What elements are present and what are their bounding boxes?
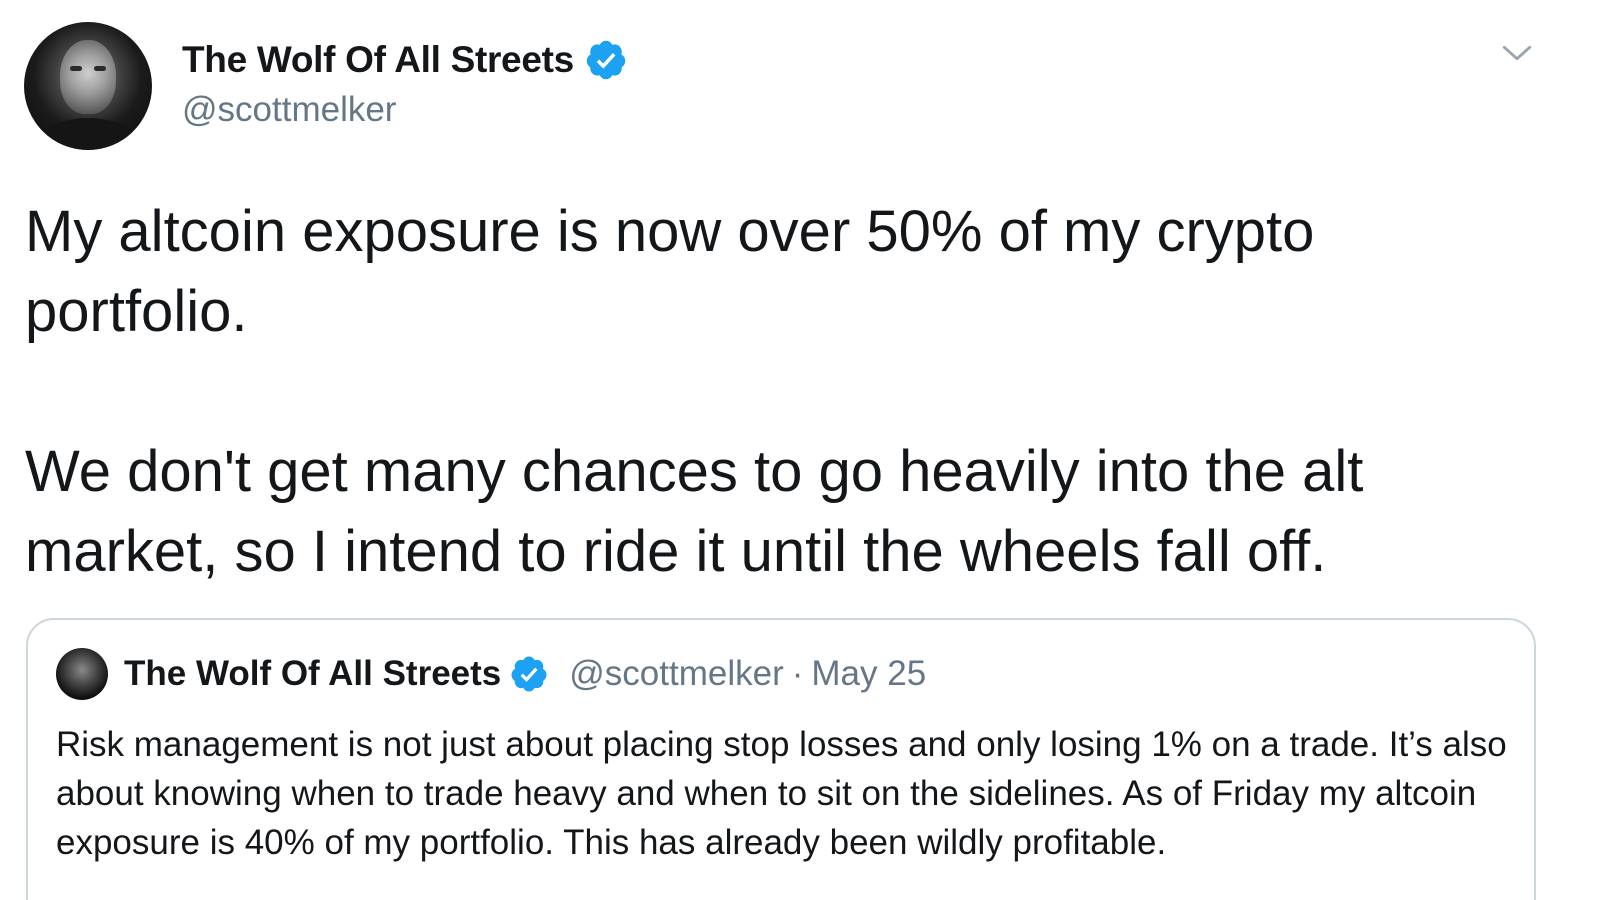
quoted-tweet-text: Risk management is not just about placin… bbox=[56, 725, 1507, 862]
avatar-eye-left bbox=[70, 66, 82, 71]
author-name-row: The Wolf Of All Streets bbox=[182, 38, 628, 82]
quoted-author-avatar bbox=[56, 648, 108, 700]
author-handle[interactable]: @scottmelker bbox=[182, 90, 396, 130]
verified-badge-icon bbox=[586, 40, 626, 80]
quoted-date[interactable]: May 25 bbox=[811, 654, 926, 694]
tweet-paragraph: We don't get many chances to go heavily … bbox=[25, 439, 1364, 584]
quoted-tweet[interactable]: The Wolf Of All Streets @scottmelker · M… bbox=[26, 618, 1536, 900]
verified-badge-icon bbox=[511, 656, 547, 692]
avatar-face bbox=[60, 40, 116, 114]
author-display-name[interactable]: The Wolf Of All Streets bbox=[182, 39, 574, 81]
quoted-tweet-header: The Wolf Of All Streets @scottmelker · M… bbox=[124, 654, 926, 694]
quoted-author-handle: @scottmelker bbox=[569, 654, 784, 693]
avatar-shoulders bbox=[34, 118, 142, 150]
quoted-author-display-name: The Wolf Of All Streets bbox=[124, 654, 502, 693]
author-avatar[interactable] bbox=[24, 22, 152, 150]
tweet-card: The Wolf Of All Streets @scottmelker My … bbox=[0, 0, 1600, 900]
avatar-eye-right bbox=[94, 66, 106, 71]
chevron-down-icon[interactable] bbox=[1500, 36, 1534, 70]
tweet-body: My altcoin exposure is now over 50% of m… bbox=[25, 192, 1545, 592]
tweet-paragraph: My altcoin exposure is now over 50% of m… bbox=[25, 199, 1315, 344]
quoted-separator: · bbox=[791, 654, 804, 693]
